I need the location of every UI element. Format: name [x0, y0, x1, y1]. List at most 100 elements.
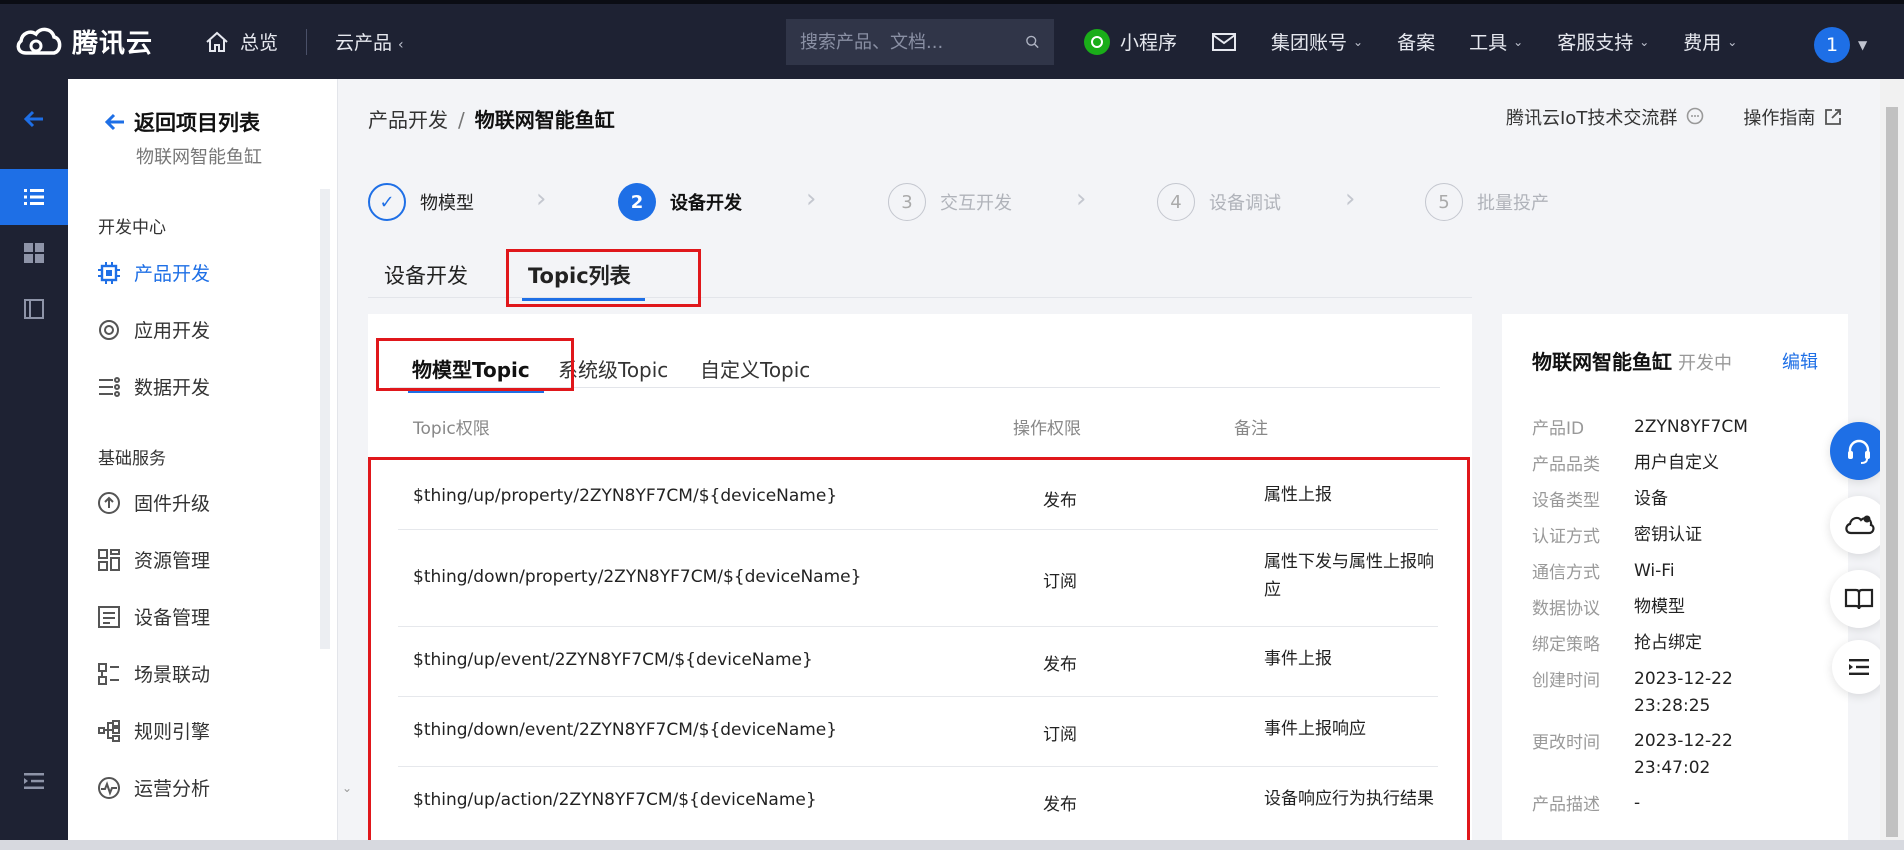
- step-2[interactable]: 2 设备开发: [618, 183, 742, 221]
- nav-tools[interactable]: 工具 ⌄: [1469, 28, 1523, 55]
- pulse-icon: [98, 776, 120, 799]
- tencent-cloud-logo[interactable]: 腾讯云: [14, 23, 184, 61]
- info-value: 抢占绑定: [1634, 633, 1702, 653]
- step-4[interactable]: 4 设备调试: [1157, 183, 1281, 221]
- top-right-nav: 小程序 集团账号 ⌄ 备案 工具 ⌄ 客服支持 ⌄ 费用 ⌄: [1084, 4, 1771, 79]
- col-permission: 操作权限: [1013, 419, 1081, 439]
- guide-link[interactable]: 操作指南: [1743, 104, 1843, 130]
- info-key: 数据协议: [1532, 599, 1600, 619]
- firmware-upgrade-icon: [98, 491, 120, 514]
- menu-devices[interactable]: 设备管理: [96, 603, 210, 630]
- page-title: 物联网智能鱼缸: [474, 108, 615, 132]
- chevron-down-icon: ⌄: [1513, 34, 1524, 49]
- menu-scene-linkage[interactable]: 场景联动: [96, 660, 210, 687]
- info-value: 物模型: [1634, 597, 1685, 617]
- nav-record-label: 备案: [1397, 32, 1436, 54]
- mail-icon: [1212, 32, 1237, 51]
- menu-app-dev[interactable]: 应用开发: [96, 316, 210, 343]
- product-name-text: 物联网智能鱼缸: [1532, 350, 1672, 374]
- back-to-projects-link[interactable]: 返回项目列表: [102, 107, 260, 137]
- nav-fees[interactable]: 费用 ⌄: [1683, 28, 1737, 55]
- rail-list-button[interactable]: [0, 169, 68, 225]
- nav-products-label: 云产品: [335, 32, 393, 54]
- search-icon[interactable]: [1025, 30, 1040, 54]
- rail-doc-button[interactable]: [0, 281, 68, 337]
- product-info-panel: 物联网智能鱼缸 开发中 编辑 产品ID 2ZYN8YF7CM 产品品类 用户自定义 设…: [1502, 314, 1848, 850]
- breadcrumb-separator: /: [458, 108, 465, 132]
- highlight-box-topic-tab: [506, 249, 701, 307]
- info-value: -: [1634, 793, 1641, 813]
- info-key: 产品描述: [1532, 795, 1600, 815]
- side-scrollbar[interactable]: [320, 189, 330, 649]
- menu-label: 固件升级: [134, 493, 211, 515]
- step-label: 设备开发: [670, 193, 742, 214]
- nav-mail[interactable]: [1211, 32, 1237, 52]
- menu-label: 规则引擎: [134, 721, 211, 743]
- chevron-left-icon: ‹: [398, 37, 404, 53]
- menu-data-dev[interactable]: 数据开发: [96, 373, 210, 400]
- menu-rule-engine[interactable]: 规则引擎: [96, 717, 210, 744]
- cloud-logo-icon: [16, 27, 62, 55]
- chevron-down-icon: ▼: [1858, 38, 1868, 52]
- open-book-icon: [1844, 588, 1874, 610]
- menu-resources[interactable]: 资源管理: [96, 546, 210, 573]
- chevron-down-icon: ⌄: [1727, 34, 1738, 49]
- community-label: 腾讯云IoT技术交流群: [1506, 108, 1678, 129]
- chevron-down-icon: ⌄: [1639, 34, 1650, 49]
- nav-group-account-label: 集团账号: [1271, 32, 1348, 54]
- menu-operations[interactable]: 运营分析 ⌄: [96, 774, 352, 801]
- header-links: 腾讯云IoT技术交流群 操作指南: [1506, 104, 1843, 130]
- guide-label: 操作指南: [1743, 108, 1816, 129]
- scrollbar-thumb[interactable]: [1886, 107, 1898, 837]
- logo-text: 腾讯云: [72, 29, 154, 59]
- step-1[interactable]: ✓ 物模型: [368, 183, 474, 221]
- tab-custom-topic[interactable]: 自定义Topic: [700, 354, 810, 383]
- step-label: 物模型: [420, 193, 474, 214]
- rail-menu-toggle[interactable]: [0, 753, 68, 809]
- col-note: 备注: [1234, 419, 1268, 439]
- step-label: 设备调试: [1209, 193, 1281, 214]
- step-label: 交互开发: [940, 193, 1012, 214]
- nav-group-account[interactable]: 集团账号 ⌄: [1271, 28, 1363, 55]
- user-menu[interactable]: 1 ▼: [1814, 27, 1867, 63]
- rail-dashboard-button[interactable]: [0, 225, 68, 281]
- nav-mini-program[interactable]: 小程序: [1084, 28, 1177, 55]
- nav-record[interactable]: 备案: [1397, 28, 1435, 55]
- home-icon: [206, 31, 228, 52]
- tab-device-dev[interactable]: 设备开发: [384, 260, 468, 290]
- menu-firmware[interactable]: 固件升级: [96, 489, 210, 516]
- project-name: 物联网智能鱼缸: [136, 147, 262, 168]
- search-input[interactable]: [800, 31, 1025, 53]
- panel-toggle-button[interactable]: [1832, 640, 1886, 694]
- step-3[interactable]: 3 交互开发: [888, 183, 1012, 221]
- chat-bubble-icon: [1687, 107, 1704, 125]
- chip-icon: [98, 261, 120, 284]
- nav-cloud-products[interactable]: 云产品 ‹: [335, 28, 404, 55]
- step-5[interactable]: 5 批量投产: [1425, 183, 1549, 221]
- back-label: 返回项目列表: [134, 111, 260, 135]
- community-link[interactable]: 腾讯云IoT技术交流群: [1506, 104, 1705, 130]
- breadcrumb-parent[interactable]: 产品开发: [368, 108, 448, 132]
- page-scrollbar[interactable]: [1880, 79, 1904, 850]
- menu-label: 产品开发: [134, 263, 211, 285]
- info-key: 更改时间: [1532, 733, 1600, 753]
- nav-support[interactable]: 客服支持 ⌄: [1557, 28, 1649, 55]
- edit-link[interactable]: 编辑: [1782, 348, 1818, 374]
- nav-fees-label: 费用: [1683, 32, 1722, 54]
- status-badge: 开发中: [1678, 353, 1732, 374]
- info-value: 2023-12-22 23:47:02: [1634, 731, 1733, 778]
- nav-overview[interactable]: 总览: [204, 28, 278, 55]
- collapse-back-button[interactable]: [0, 91, 68, 147]
- step-number: 4: [1157, 183, 1195, 221]
- step-number: 5: [1425, 183, 1463, 221]
- step-number: 3: [888, 183, 926, 221]
- nav-divider: [306, 28, 308, 55]
- avatar: 1: [1814, 27, 1850, 63]
- info-value: 用户自定义: [1634, 453, 1719, 473]
- info-key: 绑定策略: [1532, 635, 1600, 655]
- tab-system-topic[interactable]: 系统级Topic: [558, 354, 668, 383]
- cloud-icon: [1845, 515, 1875, 535]
- grid-icon: [24, 243, 44, 263]
- resource-icon: [98, 548, 120, 571]
- menu-product-dev[interactable]: 产品开发: [96, 259, 210, 286]
